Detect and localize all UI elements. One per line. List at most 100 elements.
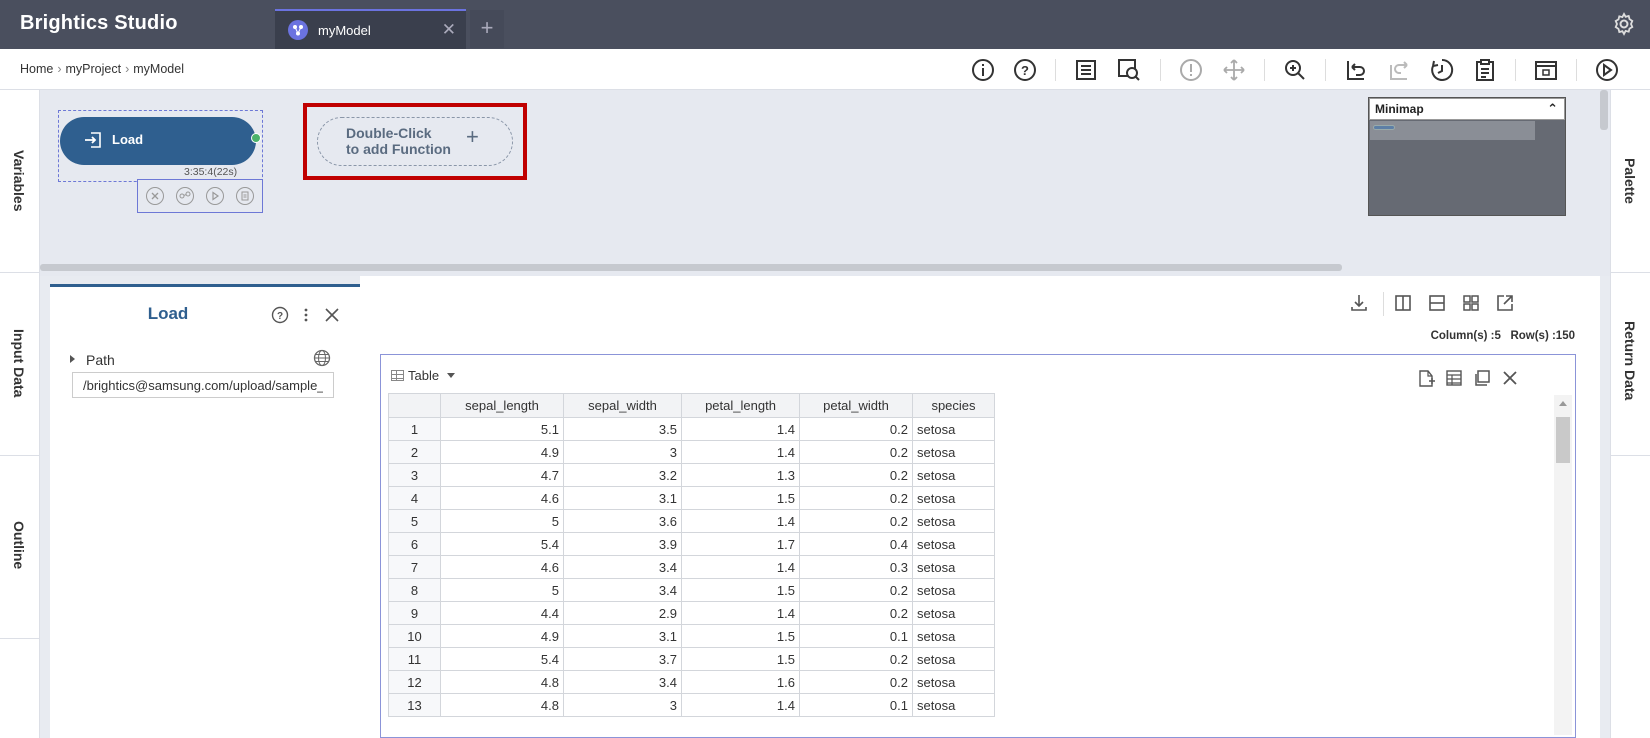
table-cell[interactable]: setosa — [912, 624, 995, 648]
table-row[interactable]: 12 4.8 3.4 1.6 0.2 setosa — [388, 670, 995, 694]
duplicate-icon[interactable] — [1472, 368, 1492, 388]
add-tab-button[interactable]: + — [470, 10, 504, 48]
column-header[interactable]: petal_width — [799, 393, 913, 418]
table-cell[interactable]: 5 — [440, 578, 564, 602]
table-row[interactable]: 9 4.4 2.9 1.4 0.2 setosa — [388, 601, 995, 625]
table-cell[interactable]: setosa — [912, 532, 995, 556]
table-cell[interactable]: 3.7 — [563, 647, 682, 671]
table-cell[interactable]: 5 — [440, 509, 564, 533]
redo-icon[interactable] — [1386, 57, 1412, 83]
table-cell[interactable]: 3.9 — [563, 532, 682, 556]
row-number[interactable]: 7 — [388, 555, 441, 579]
table-cell[interactable]: 1.5 — [681, 647, 800, 671]
table-cell[interactable]: setosa — [912, 440, 995, 464]
table-cell[interactable]: 1.7 — [681, 532, 800, 556]
table-cell[interactable]: 3.2 — [563, 463, 682, 487]
table-cell[interactable]: 5.1 — [440, 417, 564, 441]
table-cell[interactable]: 1.4 — [681, 693, 800, 717]
table-cell[interactable]: 1.4 — [681, 509, 800, 533]
table-cell[interactable]: 0.2 — [799, 578, 913, 602]
table-scrollbar[interactable] — [1554, 395, 1572, 735]
table-cell[interactable]: 1.3 — [681, 463, 800, 487]
table-cell[interactable]: setosa — [912, 601, 995, 625]
rail-return-data[interactable]: Return Data — [1611, 273, 1650, 456]
table-cell[interactable]: 0.2 — [799, 670, 913, 694]
layout-columns-icon[interactable] — [1392, 292, 1414, 314]
table-cell[interactable]: 1.5 — [681, 486, 800, 510]
search-function-icon[interactable] — [1116, 57, 1142, 83]
table-cell[interactable]: 3.1 — [563, 486, 682, 510]
popout-icon[interactable] — [1494, 292, 1516, 314]
table-cell[interactable]: 1.5 — [681, 578, 800, 602]
add-function-placeholder[interactable]: Double-Click to add Function + — [317, 117, 513, 166]
table-cell[interactable]: 0.2 — [799, 647, 913, 671]
path-field[interactable] — [72, 372, 334, 398]
table-row[interactable]: 7 4.6 3.4 1.4 0.3 setosa — [388, 555, 995, 579]
table-cell[interactable]: 1.4 — [681, 417, 800, 441]
table-cell[interactable]: setosa — [912, 417, 995, 441]
download-icon[interactable] — [1348, 292, 1370, 314]
minimap-viewport[interactable] — [1370, 121, 1535, 140]
row-number[interactable]: 11 — [388, 647, 441, 671]
link-node-icon[interactable] — [176, 187, 194, 205]
calendar-icon[interactable] — [1533, 57, 1559, 83]
rail-palette[interactable]: Palette — [1611, 90, 1650, 273]
undo-icon[interactable] — [1343, 57, 1369, 83]
load-node[interactable]: Load — [60, 117, 256, 165]
caret-right-icon[interactable] — [70, 355, 75, 363]
row-number[interactable]: 9 — [388, 601, 441, 625]
table-cell[interactable]: 1.5 — [681, 624, 800, 648]
layout-grid-icon[interactable] — [1460, 292, 1482, 314]
breadcrumb-home[interactable]: Home — [20, 62, 53, 76]
close-icon[interactable]: ✕ — [442, 20, 456, 40]
table-cell[interactable]: 1.4 — [681, 555, 800, 579]
table-cell[interactable]: 3.6 — [563, 509, 682, 533]
table-cell[interactable]: setosa — [912, 647, 995, 671]
column-header[interactable]: petal_length — [681, 393, 800, 418]
row-number[interactable]: 4 — [388, 486, 441, 510]
table-cell[interactable]: 0.1 — [799, 624, 913, 648]
minimap[interactable]: Minimap ⌃ — [1368, 97, 1566, 216]
zoom-icon[interactable] — [1282, 57, 1308, 83]
table-cell[interactable]: setosa — [912, 486, 995, 510]
row-number[interactable]: 13 — [388, 693, 441, 717]
move-icon[interactable] — [1221, 57, 1247, 83]
table-cell[interactable]: 3.5 — [563, 417, 682, 441]
table-row[interactable]: 6 5.4 3.9 1.7 0.4 setosa — [388, 532, 995, 556]
row-number[interactable]: 2 — [388, 440, 441, 464]
breadcrumb-project[interactable]: myProject — [66, 62, 122, 76]
info-icon[interactable] — [970, 57, 996, 83]
table-cell[interactable]: 0.2 — [799, 417, 913, 441]
help-icon[interactable]: ? — [271, 306, 289, 324]
column-header[interactable]: sepal_length — [440, 393, 564, 418]
table-cell[interactable]: setosa — [912, 578, 995, 602]
table-cell[interactable]: 0.4 — [799, 532, 913, 556]
table-cell[interactable]: 3.4 — [563, 555, 682, 579]
row-number[interactable]: 5 — [388, 509, 441, 533]
table-row[interactable]: 4 4.6 3.1 1.5 0.2 setosa — [388, 486, 995, 510]
help-icon[interactable]: ? — [1012, 57, 1038, 83]
table-cell[interactable]: setosa — [912, 670, 995, 694]
table-cell[interactable]: setosa — [912, 693, 995, 717]
rail-outline[interactable]: Outline — [0, 456, 40, 639]
layout-rows-icon[interactable] — [1426, 292, 1448, 314]
table-cell[interactable]: 4.7 — [440, 463, 564, 487]
table-cell[interactable]: 4.9 — [440, 624, 564, 648]
table-cell[interactable]: 0.2 — [799, 509, 913, 533]
table-cell[interactable]: 2.9 — [563, 601, 682, 625]
table-type-selector[interactable]: Table — [391, 368, 456, 383]
table-cell[interactable]: 4.4 — [440, 601, 564, 625]
validate-icon[interactable] — [1178, 57, 1204, 83]
row-number[interactable]: 12 — [388, 670, 441, 694]
table-cell[interactable]: 0.2 — [799, 463, 913, 487]
table-cell[interactable]: 4.6 — [440, 486, 564, 510]
table-row[interactable]: 8 5 3.4 1.5 0.2 setosa — [388, 578, 995, 602]
report-icon[interactable] — [1472, 57, 1498, 83]
more-options-icon[interactable] — [297, 306, 315, 324]
table-cell[interactable]: 0.2 — [799, 601, 913, 625]
table-row[interactable]: 5 5 3.6 1.4 0.2 setosa — [388, 509, 995, 533]
table-cell[interactable]: 4.6 — [440, 555, 564, 579]
table-row[interactable]: 10 4.9 3.1 1.5 0.1 setosa — [388, 624, 995, 648]
vertical-scrollbar[interactable] — [1600, 90, 1608, 130]
table-cell[interactable]: 0.2 — [799, 486, 913, 510]
